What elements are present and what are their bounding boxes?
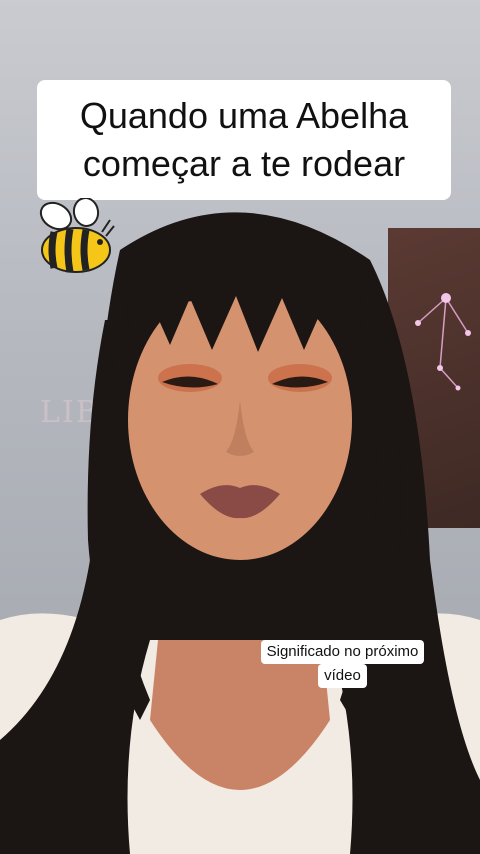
video-frame: LIB Quando uma Abelha começar a te rodea… bbox=[0, 0, 480, 854]
bee-icon bbox=[39, 198, 115, 273]
caption-line-1: Quando uma Abelha bbox=[79, 95, 409, 136]
subtitle-line-2: vídeo bbox=[318, 664, 367, 688]
caption-box: Quando uma Abelha começar a te rodear bbox=[37, 80, 451, 200]
subtitle-line-1: Significado no próximo bbox=[260, 640, 425, 664]
caption-line-2: começar a te rodear bbox=[82, 143, 406, 184]
subtitle-box: Significado no próximo vídeo bbox=[238, 640, 447, 688]
